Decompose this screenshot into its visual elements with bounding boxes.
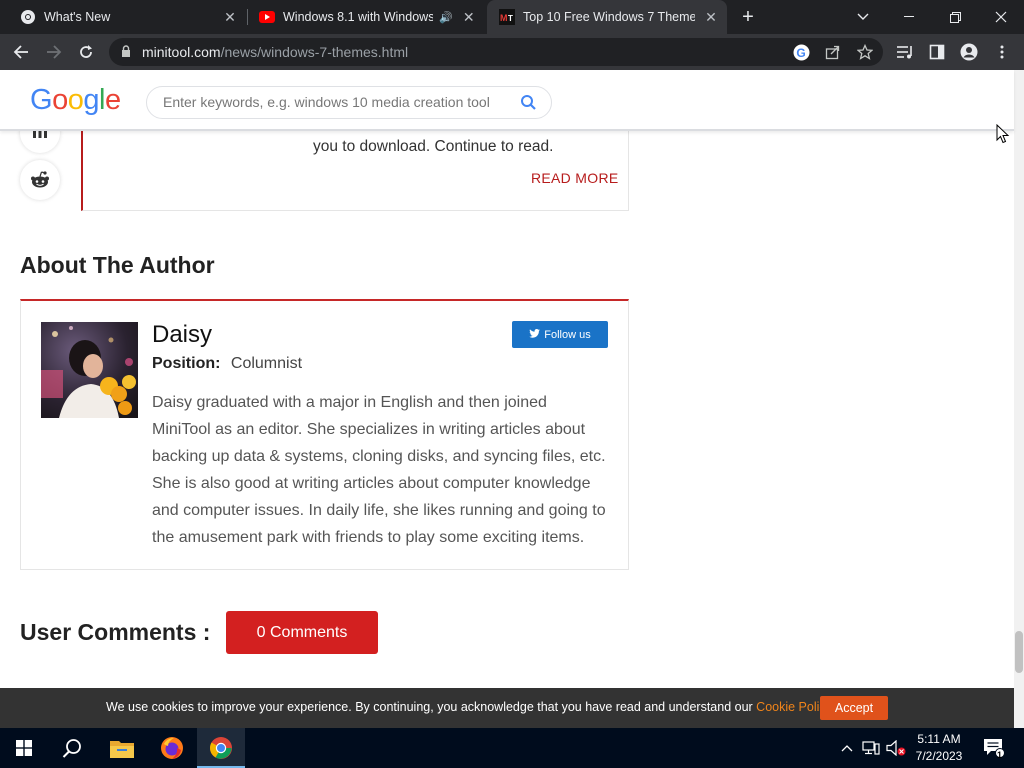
- mouse-cursor-icon: [996, 123, 1010, 149]
- system-clock[interactable]: 5:11 AM 7/2/2023: [910, 731, 968, 765]
- firefox-icon[interactable]: [148, 728, 196, 768]
- clock-date: 7/2/2023: [915, 749, 963, 763]
- about-author-heading: About The Author: [20, 252, 215, 278]
- page-viewport: Google you to download. Continue to read…: [0, 70, 1024, 728]
- side-panel-icon[interactable]: [927, 42, 947, 62]
- svg-text:G: G: [796, 46, 805, 60]
- scrollbar-thumb[interactable]: [1015, 631, 1023, 673]
- tab-search-chevron-icon[interactable]: [840, 0, 886, 34]
- tab-title: Top 10 Free Windows 7 Themes f...: [523, 10, 695, 24]
- taskbar-search-icon[interactable]: [48, 728, 96, 768]
- windows-taskbar: 5:11 AM 7/2/2023 1: [0, 728, 1024, 768]
- back-arrow-icon[interactable]: [9, 40, 33, 64]
- site-header: Google: [0, 70, 1014, 131]
- bookmark-star-icon[interactable]: [856, 43, 874, 61]
- bio-line: She is also good at writing articles abo…: [152, 475, 591, 492]
- cookie-consent-bar: We use cookies to improve your experienc…: [0, 688, 1014, 728]
- tab-whats-new[interactable]: What's New ✕: [0, 0, 246, 34]
- twitter-bird-icon: [529, 328, 541, 341]
- youtube-icon: [259, 9, 275, 25]
- bio-line: and computer issues. In daily life, she …: [152, 502, 606, 519]
- tab-close-icon[interactable]: ✕: [459, 9, 479, 26]
- site-search-box: [146, 86, 552, 119]
- clock-time: 5:11 AM: [917, 732, 961, 746]
- notification-center-icon[interactable]: 1: [978, 728, 1010, 768]
- forward-arrow-icon[interactable]: [42, 40, 66, 64]
- reload-icon[interactable]: [74, 40, 98, 64]
- comments-count-button[interactable]: 0 Comments: [226, 611, 378, 654]
- tab-close-icon[interactable]: ✕: [701, 9, 721, 26]
- page-scrollbar[interactable]: [1014, 70, 1024, 728]
- tab-youtube[interactable]: Windows 8.1 with Windows 7 ... 🔊 ✕: [239, 0, 487, 34]
- position-label: Position:: [152, 355, 221, 372]
- cookie-message-text: We use cookies to improve your experienc…: [106, 700, 757, 714]
- tab-minitool[interactable]: MT Top 10 Free Windows 7 Themes f... ✕: [487, 0, 727, 34]
- cookie-accept-button[interactable]: Accept: [820, 696, 888, 720]
- profile-avatar-icon[interactable]: [959, 42, 979, 62]
- follow-label: Follow us: [544, 328, 591, 341]
- related-article-snippet: you to download. Continue to read.: [313, 138, 554, 155]
- author-position: Position: Columnist: [152, 355, 302, 373]
- address-bar[interactable]: minitool.com/news/windows-7-themes.html …: [109, 38, 883, 66]
- bio-line: the amusement park with friends to play …: [152, 529, 585, 546]
- browser-toolbar: minitool.com/news/windows-7-themes.html …: [0, 34, 1024, 70]
- speaker-icon[interactable]: 🔊: [439, 11, 453, 24]
- url-host: minitool.com: [142, 44, 221, 60]
- minimize-button[interactable]: [886, 0, 932, 34]
- restore-button[interactable]: [932, 0, 978, 34]
- google-lens-icon[interactable]: G: [792, 43, 810, 61]
- read-more-link[interactable]: READ MORE: [531, 170, 619, 186]
- file-explorer-icon[interactable]: [98, 728, 146, 768]
- url-text[interactable]: minitool.com/news/windows-7-themes.html: [142, 44, 408, 60]
- svg-text:T: T: [508, 14, 513, 23]
- search-icon[interactable]: [520, 94, 537, 116]
- notification-badge: 1: [997, 750, 1003, 760]
- tab-close-icon[interactable]: ✕: [220, 9, 240, 26]
- author-avatar: [41, 322, 138, 418]
- position-value: Columnist: [230, 355, 303, 372]
- google-logo[interactable]: Google: [30, 84, 121, 117]
- tab-strip: What's New ✕ Windows 8.1 with Windows 7 …: [0, 0, 1024, 34]
- chrome-icon: [20, 9, 36, 25]
- menu-kebab-icon[interactable]: [992, 42, 1012, 62]
- user-comments-heading: User Comments :: [20, 619, 211, 645]
- site-search-input[interactable]: [163, 94, 503, 110]
- volume-muted-icon[interactable]: [884, 728, 908, 768]
- tab-title: What's New: [44, 10, 111, 24]
- windows-start-icon[interactable]: [0, 728, 48, 768]
- author-bio: Daisy graduated with a major in English …: [152, 389, 614, 551]
- close-window-button[interactable]: [978, 0, 1024, 34]
- tab-title: Windows 8.1 with Windows 7 ...: [283, 10, 433, 24]
- cookie-message: We use cookies to improve your experienc…: [106, 700, 834, 714]
- twitter-follow-button[interactable]: Follow us: [512, 321, 608, 348]
- bio-line: Daisy graduated with a major in English …: [152, 394, 547, 411]
- share-icon[interactable]: [824, 43, 842, 61]
- author-name: Daisy: [152, 321, 213, 348]
- network-icon[interactable]: [860, 728, 882, 768]
- svg-text:M: M: [500, 13, 508, 23]
- new-tab-button[interactable]: +: [737, 5, 759, 29]
- minitool-icon: MT: [499, 9, 515, 25]
- reddit-icon[interactable]: [20, 160, 60, 200]
- media-controls-icon[interactable]: [895, 42, 915, 62]
- lock-icon[interactable]: [121, 45, 131, 63]
- author-card: Daisy Position: Columnist Follow us Dais…: [20, 299, 629, 570]
- chrome-taskbar-icon[interactable]: [197, 728, 245, 768]
- bio-line: MiniTool as an editor. She specializes i…: [152, 421, 586, 438]
- tray-chevron-up-icon[interactable]: [838, 728, 856, 768]
- url-path: /news/windows-7-themes.html: [220, 44, 409, 60]
- bio-line: backing up data & systems, cloning disks…: [152, 448, 606, 465]
